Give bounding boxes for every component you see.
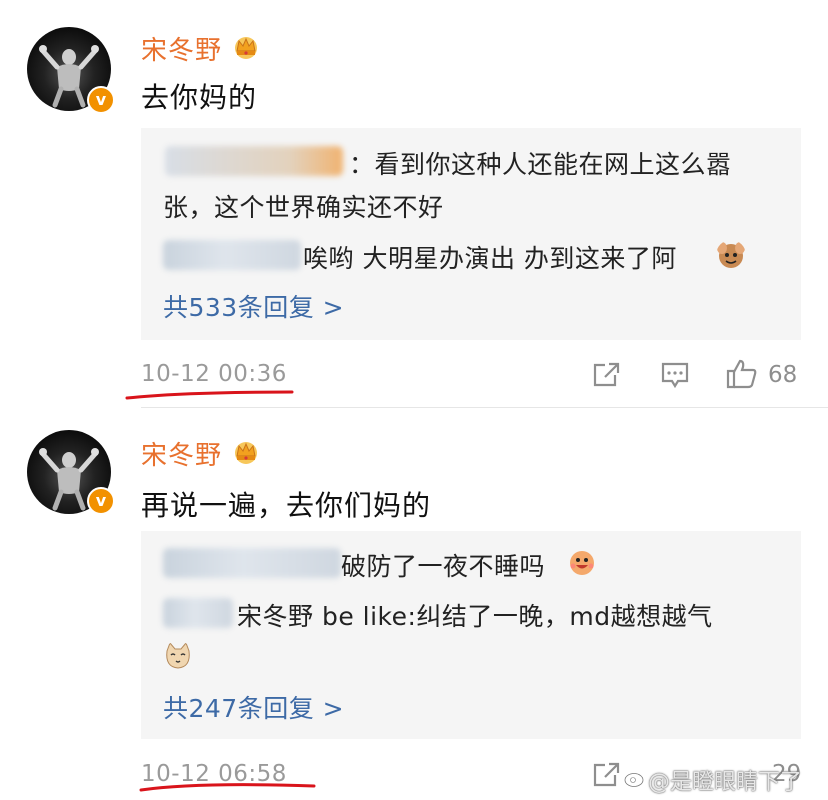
reply-text: 宋冬野 be like:纠结了一晚，md越想越气 — [237, 602, 713, 631]
emoji-icon — [717, 242, 745, 268]
share-icon[interactable] — [591, 761, 621, 789]
reply-text: 唉哟 大明星办演出 办到这来了阿 — [303, 244, 677, 273]
like-icon[interactable] — [725, 358, 759, 390]
comment-icon[interactable] — [660, 361, 690, 389]
reply-text: ：看到你这种人还能在网上这么嚣 — [349, 150, 732, 179]
comment-item: v 宋冬野 去你妈的 ：看到你这种人还能在网上这么嚣 张，这个世界确实还不好 唉… — [0, 0, 828, 408]
watermark: @是瞪眼睛下了 — [648, 770, 803, 795]
reply-text: 破防了一夜不睡吗 — [341, 552, 546, 581]
comment-item: v 宋冬野 再说一遍，去你们妈的 破防了一夜不睡吗 宋冬野 be like:纠结… — [0, 408, 828, 800]
verified-badge-icon: v — [87, 86, 115, 114]
view-replies-link[interactable]: 共247条回复 > — [163, 689, 344, 725]
red-underline-mark — [139, 783, 316, 792]
weibo-logo-icon — [624, 772, 644, 788]
blurred-username — [163, 240, 301, 270]
username[interactable]: 宋冬野 — [141, 30, 222, 67]
reply-preview-box[interactable]: ：看到你这种人还能在网上这么嚣 张，这个世界确实还不好 唉哟 大明星办演出 办到… — [141, 128, 801, 340]
verified-badge-icon: v — [87, 487, 115, 515]
emoji-icon — [166, 642, 190, 669]
view-replies-link[interactable]: 共533条回复 > — [163, 288, 344, 324]
reply-text: 张，这个世界确实还不好 — [163, 193, 444, 222]
like-count: 68 — [768, 362, 798, 388]
crown-icon — [235, 37, 257, 59]
blurred-username — [165, 146, 343, 176]
comment-text: 去你妈的 — [141, 81, 258, 114]
comment-text: 再说一遍，去你们妈的 — [141, 489, 432, 522]
blurred-username — [163, 598, 233, 628]
share-icon[interactable] — [591, 361, 621, 389]
emoji-icon — [570, 551, 594, 575]
timestamp: 10-12 00:36 — [141, 361, 287, 387]
username[interactable]: 宋冬野 — [141, 435, 222, 472]
crown-icon — [235, 442, 257, 464]
blurred-username — [163, 548, 341, 578]
reply-preview-box[interactable]: 破防了一夜不睡吗 宋冬野 be like:纠结了一晚，md越想越气 共247条回… — [141, 531, 801, 739]
red-underline-mark — [125, 390, 294, 400]
